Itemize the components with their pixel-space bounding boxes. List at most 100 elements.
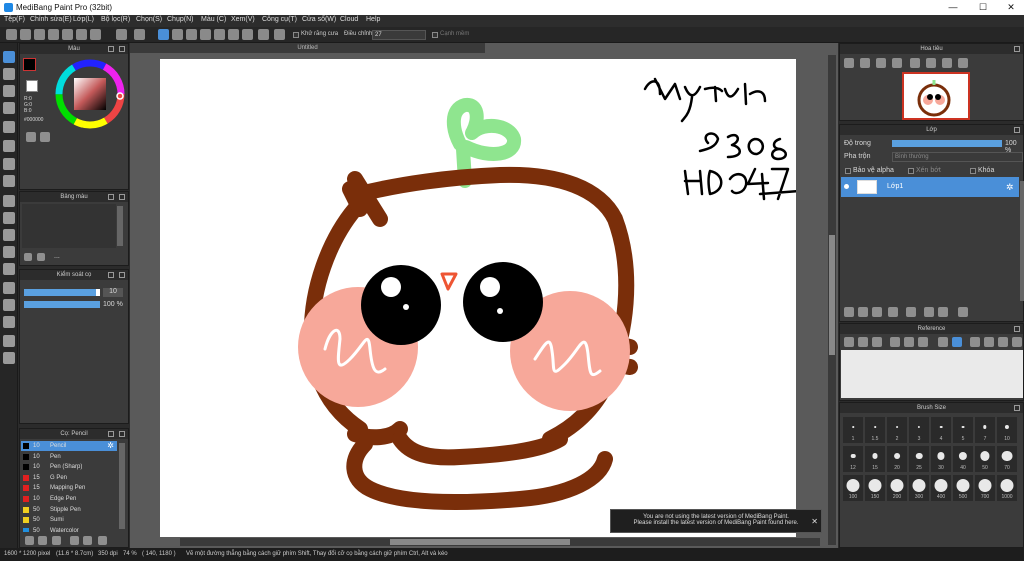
update-notice[interactable]: You are not using the latest version of … <box>610 509 822 533</box>
rotate-right-icon[interactable] <box>942 58 952 68</box>
reference-rotate-left-icon[interactable] <box>970 337 980 347</box>
palette-more-button[interactable]: ... <box>54 253 60 260</box>
layer-settings-gear-icon[interactable]: ✲ <box>1006 182 1014 193</box>
palette-scrollbar[interactable] <box>117 206 123 246</box>
canvas-vertical-scrollbar[interactable] <box>828 55 836 545</box>
divide-tool-icon[interactable] <box>3 335 15 347</box>
snap-vanish-icon[interactable] <box>214 29 225 40</box>
reference-rotate-right-icon[interactable] <box>984 337 994 347</box>
snap-curve-icon[interactable] <box>242 29 253 40</box>
snap-parallel-icon[interactable] <box>172 29 183 40</box>
grid-icon[interactable] <box>76 29 87 40</box>
brush-size-option[interactable]: 20 <box>887 446 907 472</box>
reference-zoom-out-icon[interactable] <box>904 337 914 347</box>
stack-icon[interactable] <box>90 29 101 40</box>
fit-window-icon[interactable] <box>876 58 886 68</box>
bucket-tool-icon[interactable] <box>3 158 15 170</box>
reference-close-icon[interactable] <box>872 337 882 347</box>
text-tool-icon[interactable] <box>3 282 15 294</box>
lasso-tool-icon[interactable] <box>3 212 15 224</box>
panel-float-icon[interactable] <box>1014 326 1020 332</box>
new-halftone-layer-icon[interactable] <box>858 307 868 317</box>
panel-float-icon[interactable] <box>1014 405 1020 411</box>
reference-eyedropper-icon[interactable] <box>938 337 948 347</box>
panel-float-icon[interactable] <box>108 46 114 52</box>
brush-size-option[interactable]: 50 <box>975 446 995 472</box>
primary-color-swatch[interactable] <box>23 58 36 71</box>
new-file-icon[interactable] <box>6 29 17 40</box>
brush-size-option[interactable]: 40 <box>953 446 973 472</box>
snap-settings-icon[interactable] <box>258 29 269 40</box>
brush-item[interactable]: 50 Stipple Pen <box>21 505 117 515</box>
reference-fit-icon[interactable] <box>918 337 928 347</box>
reference-open-icon[interactable] <box>858 337 868 347</box>
brush-size-option[interactable]: 4 <box>931 417 951 443</box>
snap-off-icon[interactable] <box>158 29 169 40</box>
brush-tool-icon[interactable] <box>3 51 15 63</box>
reference-canvas[interactable] <box>841 350 1023 398</box>
select-tool-icon[interactable] <box>3 195 15 207</box>
brush-size-option[interactable]: 30 <box>931 446 951 472</box>
magic-wand-tool-icon[interactable] <box>3 229 15 241</box>
reference-hand-icon[interactable] <box>952 337 962 347</box>
panel-close-icon[interactable] <box>119 272 125 278</box>
delete-layer-icon[interactable] <box>958 307 968 317</box>
menu-layer[interactable]: Lớp(L) <box>73 16 94 23</box>
eraser-tool-icon[interactable] <box>3 68 15 80</box>
snap-circle-icon[interactable] <box>228 29 239 40</box>
operation-tool-icon[interactable] <box>3 299 15 311</box>
layer-opacity-slider[interactable] <box>892 140 1002 147</box>
brush-size-option[interactable]: 25 <box>909 446 929 472</box>
panel-close-icon[interactable] <box>119 431 125 437</box>
snap-extra-icon[interactable] <box>274 29 285 40</box>
adjust-dropdown[interactable]: 27 <box>372 30 426 40</box>
brush-item[interactable]: 10 Pen (Sharp) <box>21 462 117 472</box>
redo-icon[interactable] <box>134 29 145 40</box>
brush-size-option[interactable]: 70 <box>997 446 1017 472</box>
brush-folder-icon[interactable] <box>83 536 92 545</box>
eyedropper-tool-icon[interactable] <box>3 316 15 328</box>
document-tab[interactable]: Untitled <box>130 43 485 53</box>
brush-cloud-icon[interactable] <box>25 536 34 545</box>
delete-palette-icon[interactable] <box>37 253 45 261</box>
snap-grid-icon[interactable] <box>186 29 197 40</box>
rotate-left-icon[interactable] <box>926 58 936 68</box>
hand-tool-icon[interactable] <box>3 352 15 364</box>
menu-cloud[interactable]: Cloud <box>340 16 358 23</box>
zoom-out-icon[interactable] <box>860 58 870 68</box>
menu-help[interactable]: Help <box>366 16 380 23</box>
menu-filter[interactable]: Bộ lọc(R) <box>101 16 130 23</box>
select-eraser-tool-icon[interactable] <box>3 263 15 275</box>
new-8bit-layer-icon[interactable] <box>872 307 882 317</box>
panel-float-icon[interactable] <box>1014 127 1020 133</box>
undo-icon[interactable] <box>116 29 127 40</box>
brush-size-slider[interactable] <box>24 289 100 296</box>
brush-size-option[interactable]: 700 <box>975 475 995 501</box>
reference-reset-icon[interactable] <box>998 337 1008 347</box>
brush-opacity-slider[interactable] <box>24 301 100 308</box>
brush-item[interactable]: 10 Edge Pen <box>21 494 117 504</box>
cloud-icon[interactable] <box>34 29 45 40</box>
snap-radial-icon[interactable] <box>200 29 211 40</box>
brush-size-option[interactable]: 10 <box>997 417 1017 443</box>
brush-size-option[interactable]: 400 <box>931 475 951 501</box>
brush-settings-gear-icon[interactable]: ✲ <box>107 441 114 451</box>
flip-horizontal-icon[interactable] <box>910 58 920 68</box>
gradient-tool-icon[interactable] <box>3 175 15 187</box>
reset-rotation-icon[interactable] <box>958 58 968 68</box>
color-history-icon[interactable] <box>40 132 50 142</box>
menu-select[interactable]: Chọn(S) <box>136 16 162 23</box>
add-brush-icon[interactable] <box>38 536 47 545</box>
panel-float-icon[interactable] <box>108 272 114 278</box>
brush-item[interactable]: 10 Pen <box>21 452 117 462</box>
duplicate-layer-icon[interactable] <box>924 307 934 317</box>
add-palette-icon[interactable] <box>24 253 32 261</box>
menu-tools[interactable]: Công cụ(T) <box>262 16 297 23</box>
brush-delete-icon[interactable] <box>98 536 107 545</box>
zoom-in-icon[interactable] <box>844 58 854 68</box>
brush-size-option[interactable]: 1000 <box>997 475 1017 501</box>
reference-flip-icon[interactable] <box>1012 337 1022 347</box>
panel-float-icon[interactable] <box>108 194 114 200</box>
save-icon[interactable] <box>20 29 31 40</box>
merge-layer-icon[interactable] <box>938 307 948 317</box>
